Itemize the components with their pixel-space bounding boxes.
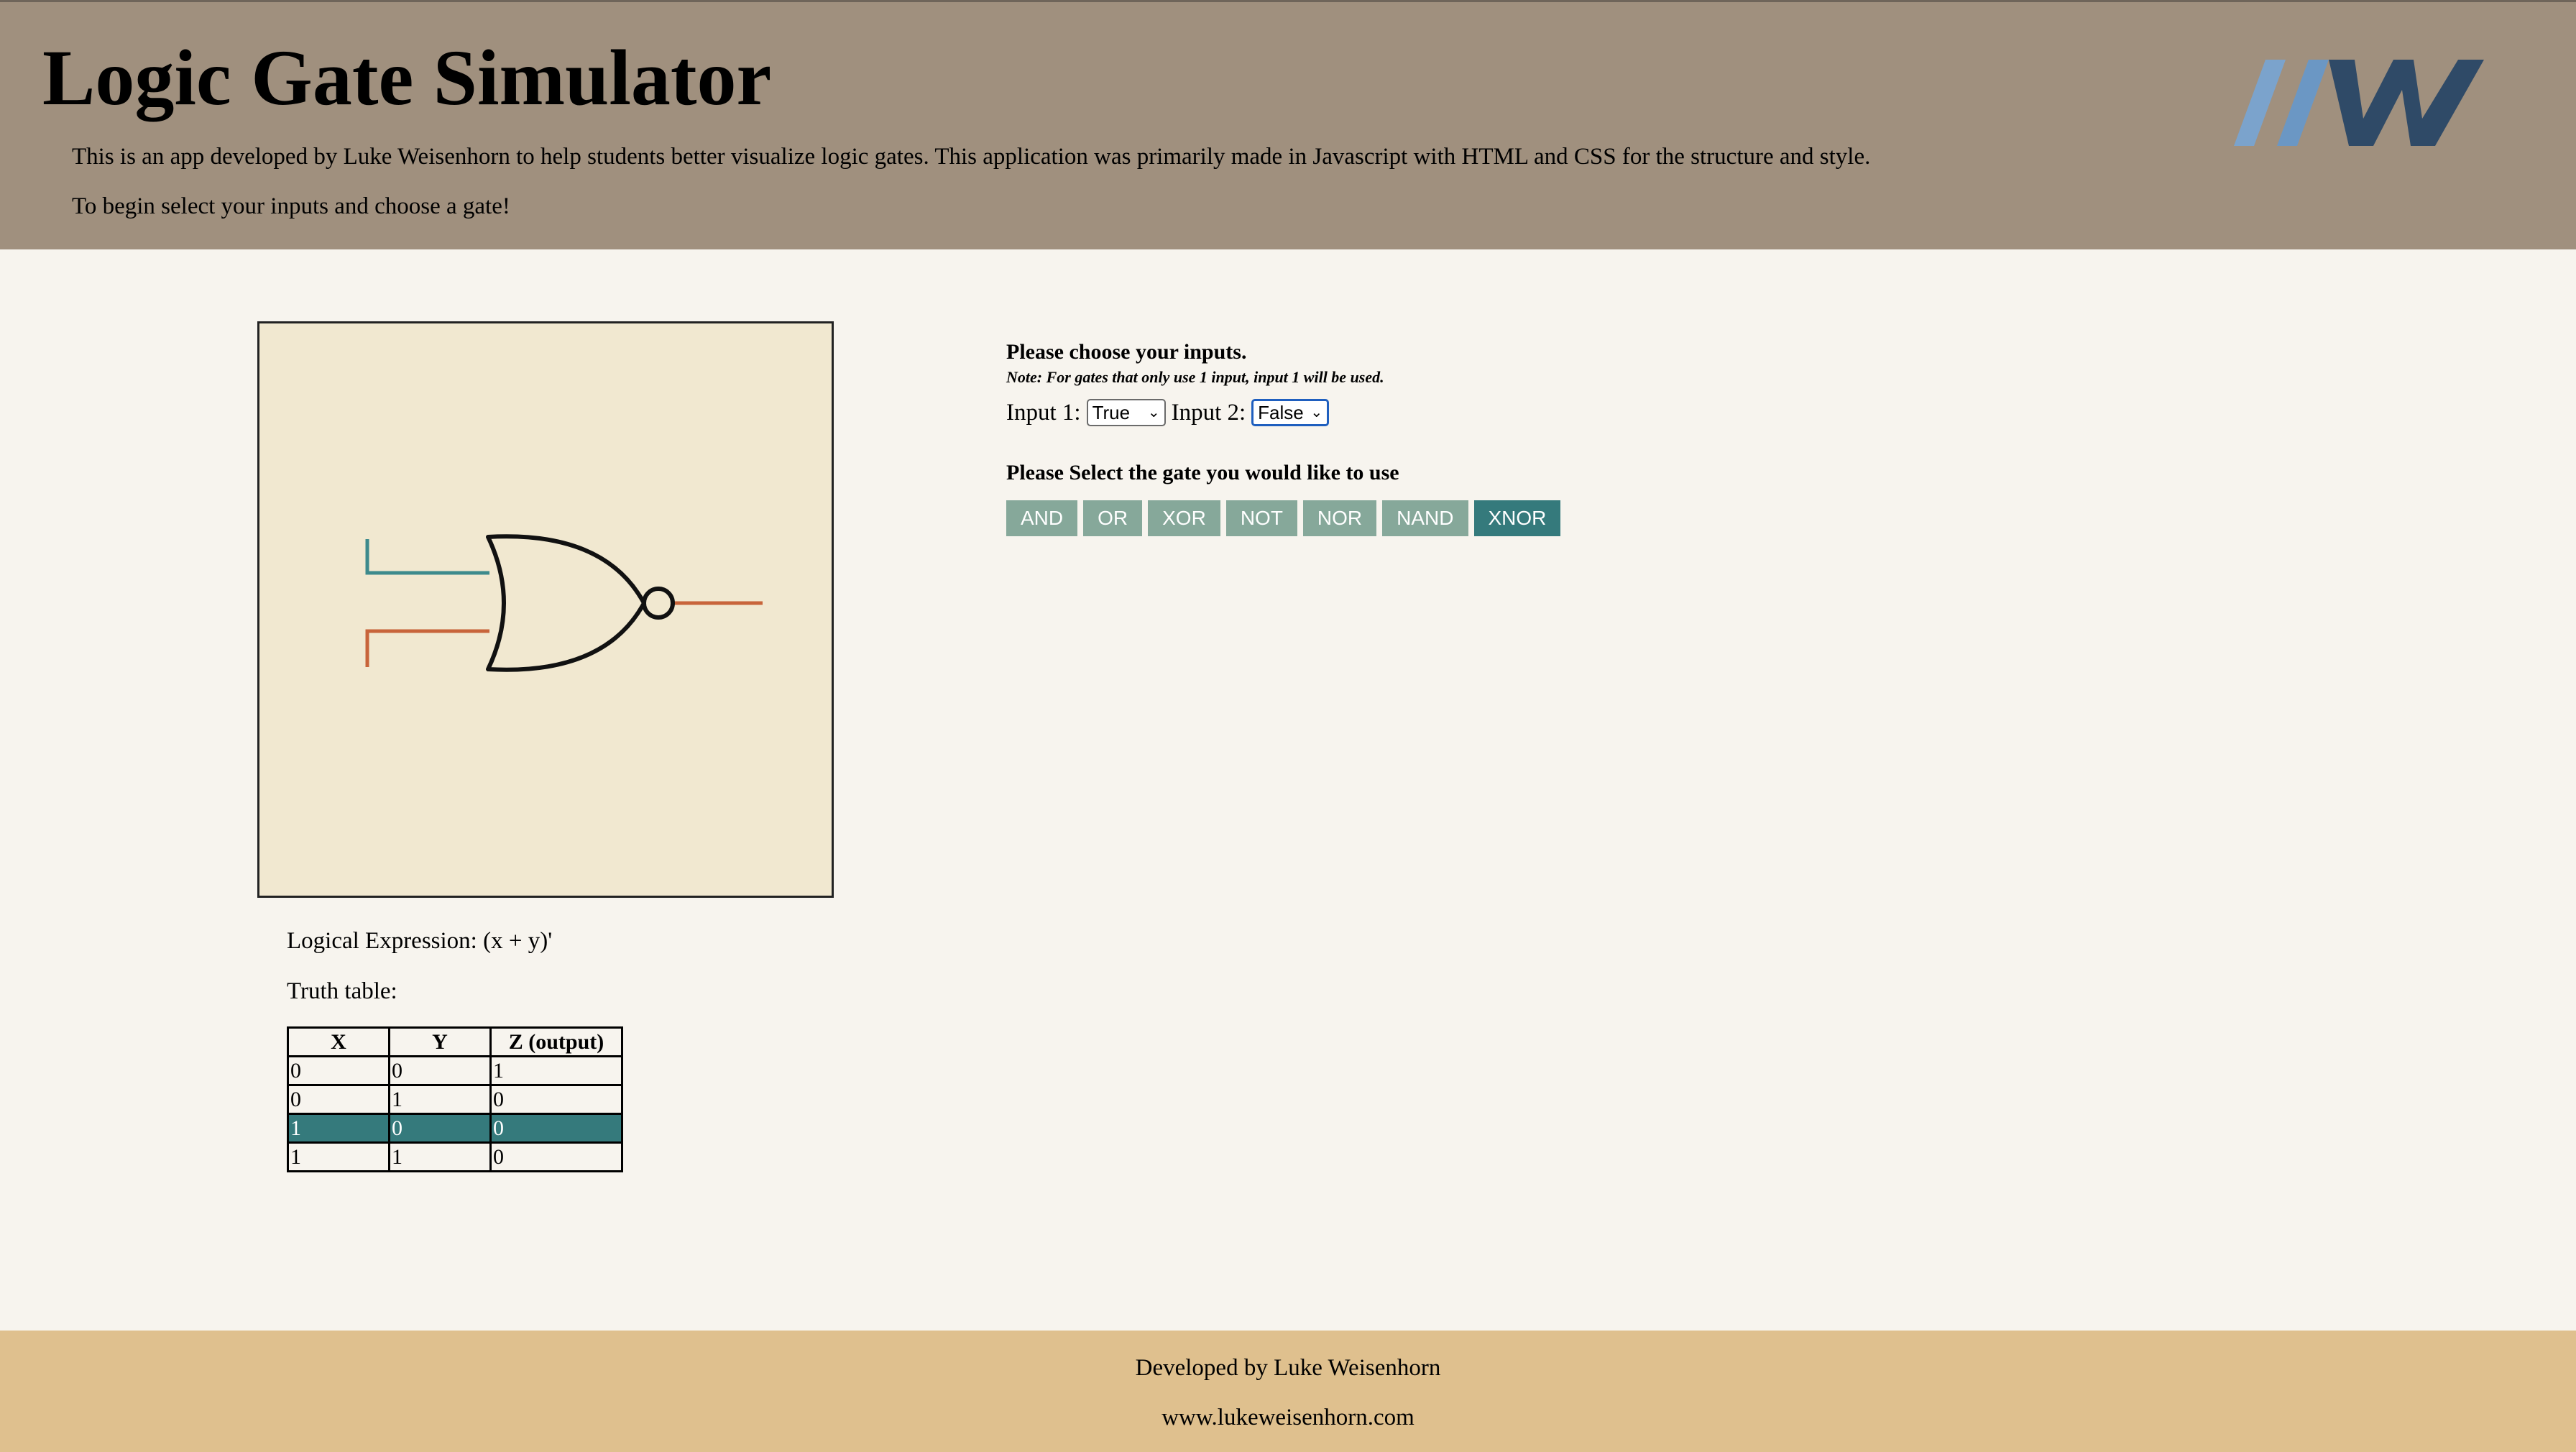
inputs-row: Input 1: True ⌄ Input 2: False ⌄ [1006, 395, 1725, 430]
intro-text: This is an app developed by Luke Weisenh… [72, 144, 1871, 170]
footer: Developed by Luke Weisenhorn www.lukewei… [0, 1331, 2576, 1452]
input-2-label: Input 2: [1171, 400, 1246, 426]
instructions-text: To begin select your inputs and choose a… [72, 193, 510, 219]
xnor-gate-button[interactable]: XNOR [1473, 500, 1561, 536]
input-2-select[interactable]: False ⌄ [1251, 399, 1330, 426]
page: Logic Gate Simulator This is an app deve… [0, 0, 2576, 1452]
input-1-wire [365, 539, 489, 575]
table-cell: 0 [489, 1141, 623, 1172]
controls-panel: Please choose your inputs. Note: For gat… [1006, 338, 1725, 536]
input-2-value: False [1258, 402, 1304, 423]
header: Logic Gate Simulator This is an app deve… [0, 0, 2576, 249]
table-cell: 0 [388, 1055, 492, 1086]
choose-inputs-label: Please choose your inputs. [1006, 340, 1247, 364]
gate-body [486, 534, 646, 672]
footer-website-link[interactable]: www.lukeweisenhorn.com [0, 1402, 2576, 1433]
chevron-down-icon: ⌄ [1310, 405, 1323, 421]
input-2-wire [365, 629, 489, 667]
table-cell: 0 [287, 1084, 390, 1115]
table-cell: 1 [489, 1055, 623, 1086]
table-cell: 1 [287, 1113, 390, 1144]
table-cell: 1 [388, 1141, 492, 1172]
nand-gate-button[interactable]: NAND [1382, 500, 1468, 536]
and-gate-button[interactable]: AND [1006, 500, 1078, 536]
truth-table-label: Truth table: [287, 978, 397, 1004]
table-row: 0 0 1 [287, 1055, 623, 1086]
table-row-highlighted: 1 0 0 [287, 1113, 623, 1144]
or-gate-button[interactable]: OR [1083, 500, 1143, 536]
table-cell: 0 [489, 1113, 623, 1144]
nor-gate-icon [365, 534, 763, 672]
input-1-label: Input 1: [1006, 400, 1081, 426]
xor-gate-button[interactable]: XOR [1148, 500, 1220, 536]
gate-canvas [257, 321, 834, 898]
table-cell: 0 [489, 1084, 623, 1115]
truth-table: X Y Z (output) 0 0 1 0 1 0 1 0 0 1 1 0 [287, 1026, 623, 1172]
input-1-select[interactable]: True ⌄ [1086, 399, 1166, 426]
table-cell: 0 [388, 1113, 492, 1144]
table-cell: 1 [388, 1084, 492, 1115]
gate-buttons: AND OR XOR NOT NOR NAND XNOR [1006, 500, 1725, 536]
page-title: Logic Gate Simulator [42, 34, 772, 121]
column-header-y: Y [388, 1026, 492, 1057]
truth-table-header-row: X Y Z (output) [287, 1026, 623, 1057]
inputs-note: Note: For gates that only use 1 input, i… [1006, 368, 1384, 386]
table-row: 0 1 0 [287, 1084, 623, 1115]
nor-gate-button[interactable]: NOR [1302, 500, 1377, 536]
select-gate-label: Please Select the gate you would like to… [1006, 461, 1399, 484]
not-gate-button[interactable]: NOT [1225, 500, 1297, 536]
logical-expression: Logical Expression: (x + y)' [287, 928, 553, 954]
chevron-down-icon: ⌄ [1147, 405, 1160, 421]
column-header-x: X [287, 1026, 390, 1057]
input-1-value: True [1092, 402, 1131, 423]
table-cell: 0 [287, 1055, 390, 1086]
negation-bubble [642, 587, 675, 620]
lw-logo-icon [2234, 60, 2484, 146]
footer-credit: Developed by Luke Weisenhorn [1135, 1355, 1441, 1381]
table-row: 1 1 0 [287, 1141, 623, 1172]
column-header-z: Z (output) [489, 1026, 623, 1057]
table-cell: 1 [287, 1141, 390, 1172]
